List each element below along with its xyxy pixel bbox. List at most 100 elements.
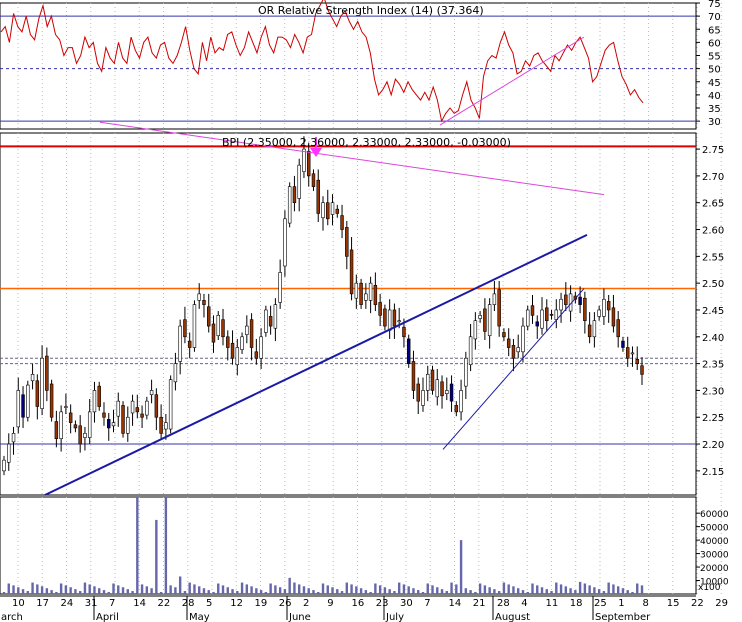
candle-body [7, 443, 11, 463]
volume-bar [426, 583, 429, 594]
price-tick-label: 2.70 [702, 172, 724, 183]
volume-bar [536, 585, 539, 594]
volume-bar [383, 587, 387, 594]
candle-body [306, 150, 311, 177]
rsi-tick-label: 35 [708, 104, 721, 115]
candle-body [211, 323, 216, 343]
x-month-label: June [288, 612, 311, 622]
candle-body [292, 186, 297, 204]
candle-body [468, 336, 473, 365]
candle-body [506, 338, 511, 348]
volume-bar [78, 591, 82, 594]
price-tick-label: 2.25 [702, 413, 724, 424]
volume-bar [569, 588, 572, 594]
volume-bar [40, 586, 44, 594]
volume-bar [440, 589, 444, 594]
candle-body [383, 308, 387, 327]
volume-bar [464, 588, 468, 594]
candle-body [121, 405, 125, 434]
volume-bar [597, 589, 601, 594]
candle-body [616, 319, 620, 338]
candle-body [345, 227, 349, 257]
candle-body [216, 315, 220, 337]
volume-unit-label: x100 [698, 583, 721, 593]
volume-bar [350, 584, 353, 594]
candle-body [354, 282, 359, 299]
volume-bar [621, 588, 625, 594]
volume-bar [526, 591, 529, 594]
candle-body [411, 361, 416, 391]
volume-bar [345, 582, 349, 594]
volume-bar [340, 591, 344, 594]
candle-body [187, 340, 192, 348]
candle-body [459, 390, 463, 413]
candle-body [2, 459, 6, 472]
candle-body [602, 298, 606, 317]
candle-body [102, 412, 106, 418]
candle-body [516, 347, 520, 353]
rsi-tick-label: 70 [708, 12, 721, 23]
x-day-label: 24 [61, 598, 74, 609]
volume-bar [17, 587, 20, 594]
x-month-label: July [385, 612, 404, 622]
candle-body [245, 325, 249, 335]
candle-body [126, 416, 130, 434]
candle-body [473, 320, 478, 340]
volume-tick-label: 40000 [700, 537, 729, 547]
candle-body [535, 321, 539, 327]
candle-body [40, 357, 44, 409]
volume-bar [450, 582, 453, 594]
x-month-label: April [96, 612, 119, 622]
volume-bar [445, 591, 448, 594]
candle-body [487, 304, 492, 337]
volume-bar [64, 585, 68, 594]
candle-body [640, 365, 644, 375]
rsi-tick-label: 75 [708, 0, 721, 10]
x-month-label: arch [1, 612, 23, 622]
candle-body [49, 383, 54, 418]
x-day-label: 28 [182, 598, 195, 609]
volume-bar [240, 582, 244, 594]
candle-body [164, 422, 168, 430]
x-day-label: 14 [449, 598, 462, 609]
candle-body [226, 336, 230, 348]
candle-body [592, 320, 597, 338]
candle-body [502, 332, 506, 338]
volume-bar [359, 588, 363, 594]
candle-body [264, 309, 268, 333]
x-month-label: September [595, 612, 651, 622]
candle-body [578, 296, 582, 305]
volume-bar [636, 583, 639, 594]
volume-bar [59, 583, 63, 594]
x-day-label: 4 [521, 598, 527, 609]
candle-body [192, 304, 197, 348]
x-day-label: 9 [327, 598, 333, 609]
candle-body [387, 309, 392, 331]
candle-body [154, 394, 159, 418]
volume-bar [2, 591, 6, 594]
x-day-label: 15 [667, 598, 680, 609]
candle-body [454, 405, 459, 413]
volume-bar [502, 582, 506, 594]
candle-body [397, 320, 401, 323]
x-day-label: 7 [109, 598, 115, 609]
candle-body [159, 416, 163, 434]
volume-bar [602, 591, 606, 594]
x-day-label: 19 [255, 598, 268, 609]
candle-body [249, 319, 254, 348]
candle-body [30, 374, 35, 382]
price-tick-label: 2.55 [702, 252, 724, 263]
volume-bar [583, 583, 587, 594]
volume-bar [217, 583, 220, 594]
volume-bar [278, 587, 282, 594]
candle-body [111, 422, 116, 427]
price-tick-label: 2.30 [702, 386, 724, 397]
candle-body [230, 342, 235, 359]
candle-body [254, 351, 259, 359]
candle-body [326, 202, 330, 220]
volume-bar [412, 588, 415, 594]
volume-bar [212, 591, 215, 594]
volume-bar [555, 582, 558, 594]
volume-bar [321, 583, 325, 594]
x-day-label: 1 [618, 598, 624, 609]
